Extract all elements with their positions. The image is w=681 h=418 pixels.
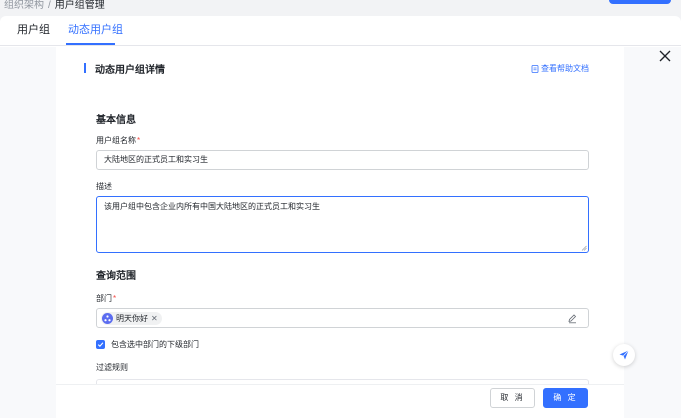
include-sub-dept-label: 包含选中部门的下级部门 [111,340,199,349]
content-panel: 动态用户组详情 查看帮助文档 基本信息 用户组名称* 大陆地区的正式员工和实习生… [0,47,681,418]
department-tag-label: 明天你好 [116,314,148,323]
resize-grip-icon[interactable] [581,245,587,251]
breadcrumb-separator: / [48,0,51,11]
checkmark-icon [97,342,104,347]
department-label: 部门* [96,293,116,304]
user-group-name-input[interactable]: 大陆地区的正式员工和实习生 [96,150,589,170]
send-icon [619,350,629,360]
help-link-label: 查看帮助文档 [541,64,589,73]
department-label-text: 部门 [96,294,112,303]
title-accent-bar [84,63,86,73]
tab-dynamic-user-group[interactable]: 动态用户组 [68,23,123,37]
remove-tag-icon[interactable]: ✕ [151,314,158,323]
department-tag[interactable]: 明天你好 ✕ [101,312,162,325]
tab-user-group[interactable]: 用户组 [17,23,50,37]
description-textarea[interactable]: 该用户组中包含企业内所有中国大陆地区的正式员工和实习生 [96,196,589,253]
cancel-button[interactable]: 取 消 [490,388,535,408]
description-label: 描述 [96,182,112,191]
description-text: 该用户组中包含企业内所有中国大陆地区的正式员工和实习生 [104,202,320,211]
edit-icon[interactable] [567,313,578,324]
include-sub-dept-option[interactable]: 包含选中部门的下级部门 [96,339,199,350]
filter-rules-label: 过滤规则 [96,363,128,372]
help-doc-link[interactable]: 查看帮助文档 [531,63,589,74]
name-label: 用户组名称* [96,135,140,146]
top-bar: 组织架构 / 用户组管理 [0,0,681,16]
department-selector[interactable]: 明天你好 ✕ [96,308,589,328]
active-tab-indicator [66,43,115,45]
query-scope-title: 查询范围 [96,271,136,282]
help-doc-icon [531,64,539,73]
detail-drawer: 动态用户组详情 查看帮助文档 基本信息 用户组名称* 大陆地区的正式员工和实习生… [56,47,624,418]
name-label-text: 用户组名称 [96,136,136,145]
include-sub-dept-checkbox[interactable] [96,340,105,349]
department-avatar-icon [102,313,113,324]
top-primary-button[interactable] [609,0,671,4]
breadcrumb-current: 用户组管理 [54,0,105,11]
confirm-button[interactable]: 确 定 [543,388,588,408]
breadcrumb-parent[interactable]: 组织架构 [4,0,44,11]
required-mark: * [113,294,117,303]
floating-send-button[interactable] [613,344,635,366]
drawer-header: 动态用户组详情 [84,61,165,76]
drawer-title: 动态用户组详情 [95,64,165,76]
tab-bar: 用户组 动态用户组 [0,16,681,46]
drawer-footer: 取 消 确 定 [56,384,624,418]
close-icon[interactable] [657,48,673,64]
content-card: 用户组 动态用户组 动态用户组详情 查看帮助文档 基本信息 用户组名称* 大陆地… [0,16,681,418]
basic-info-title: 基本信息 [96,115,136,126]
breadcrumb: 组织架构 / 用户组管理 [4,0,105,12]
required-mark: * [137,136,141,145]
